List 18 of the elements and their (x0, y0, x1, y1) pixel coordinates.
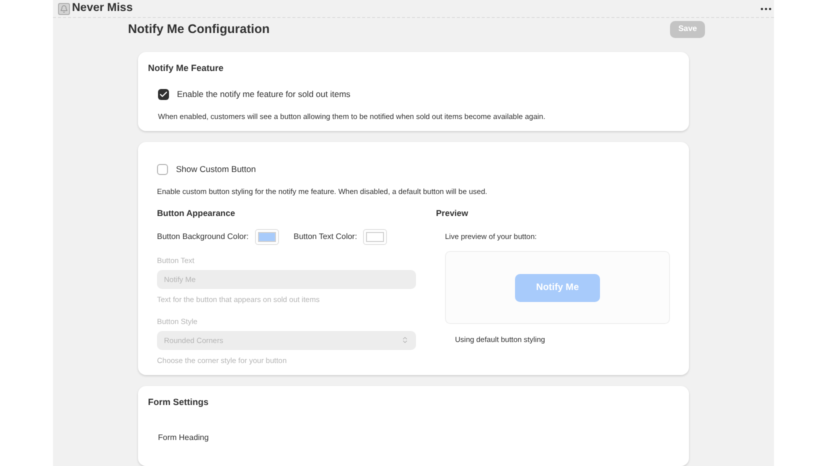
color-label: Button Background Color: (157, 231, 249, 243)
color-label: Button Text Color: (294, 231, 358, 243)
checkbox-label: Enable the notify me feature for sold out items (177, 88, 350, 101)
checkbox[interactable] (157, 164, 168, 176)
color-picker[interactable] (254, 229, 279, 245)
notify-me-button[interactable]: Notify Me (515, 274, 600, 302)
section-title: Button Appearance (157, 207, 236, 220)
field-label: Form Heading (158, 432, 210, 444)
card-title: Form Settings (148, 396, 210, 409)
app-logo-icon (58, 2, 70, 15)
checkbox-label: Show Custom Button (176, 163, 256, 176)
color-picker[interactable] (363, 229, 388, 245)
card-title: Notify Me Feature (148, 62, 225, 75)
app-title: Never Miss (72, 1, 133, 16)
chevron-icon (401, 336, 409, 344)
checkbox[interactable] (158, 89, 169, 100)
page-title: Notify Me Configuration (128, 20, 270, 38)
section-title: Preview (436, 207, 470, 220)
